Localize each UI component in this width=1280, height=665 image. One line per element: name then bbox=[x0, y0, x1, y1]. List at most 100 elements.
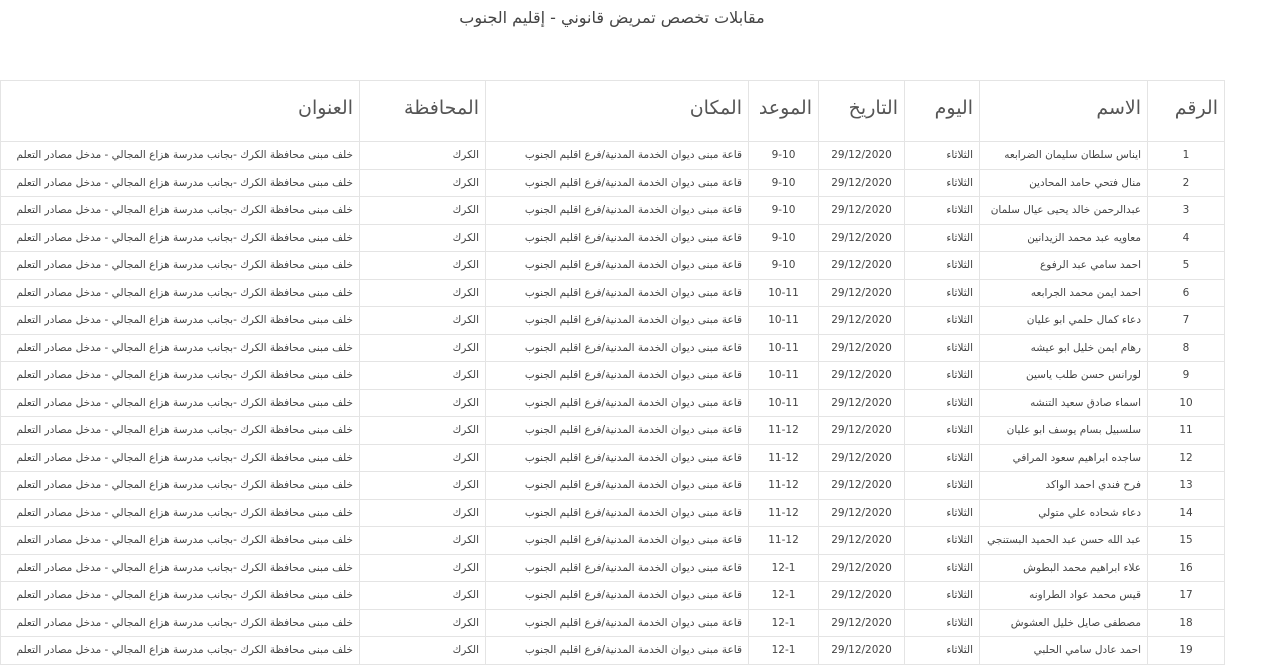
table-row: 12 ساجده ابراهيم سعود المرافي الثلاثاء 29/1… bbox=[0, 443, 1225, 472]
cell-place: قاعة مبنى ديوان الخدمة المدنية/فرع اقليم… bbox=[485, 471, 749, 500]
cell-address: خلف مبنى محافظة الكرك -بجانب مدرسة هزاع … bbox=[0, 471, 360, 500]
cell-name: مصطفى صايل خليل العشوش bbox=[979, 608, 1148, 637]
header-date: التاريخ bbox=[818, 80, 905, 142]
cell-number: 9 bbox=[1147, 361, 1225, 390]
cell-address: خلف مبنى محافظة الكرك -بجانب مدرسة هزاع … bbox=[0, 278, 360, 307]
cell-governorate: الكرك bbox=[359, 141, 486, 170]
cell-address: خلف مبنى محافظة الكرك -بجانب مدرسة هزاع … bbox=[0, 443, 360, 472]
cell-address: خلف مبنى محافظة الكرك -بجانب مدرسة هزاع … bbox=[0, 581, 360, 610]
cell-address: خلف مبنى محافظة الكرك -بجانب مدرسة هزاع … bbox=[0, 251, 360, 280]
cell-name: عبد الله حسن عبد الحميد البستنجي bbox=[979, 526, 1148, 555]
cell-governorate: الكرك bbox=[359, 388, 486, 417]
cell-day: الثلاثاء bbox=[904, 168, 980, 197]
cell-address: خلف مبنى محافظة الكرك -بجانب مدرسة هزاع … bbox=[0, 223, 360, 252]
table-row: 7 دعاء كمال حلمي ابو عليان الثلاثاء 29/12/2… bbox=[0, 306, 1225, 335]
cell-day: الثلاثاء bbox=[904, 306, 980, 335]
table-row: 19 احمد عادل سامي الحلبي الثلاثاء 29/12/202… bbox=[0, 636, 1225, 665]
cell-name: قيس محمد عواد الطراونه bbox=[979, 581, 1148, 610]
cell-governorate: الكرك bbox=[359, 608, 486, 637]
cell-day: الثلاثاء bbox=[904, 416, 980, 445]
table-row: 16 علاء ابراهيم محمد البطوش الثلاثاء 29/12/… bbox=[0, 553, 1225, 582]
cell-governorate: الكرك bbox=[359, 443, 486, 472]
cell-place: قاعة مبنى ديوان الخدمة المدنية/فرع اقليم… bbox=[485, 553, 749, 582]
cell-day: الثلاثاء bbox=[904, 333, 980, 362]
cell-number: 1 bbox=[1147, 141, 1225, 170]
cell-date: 29/12/2020 bbox=[818, 278, 905, 307]
cell-time: 10-11 bbox=[748, 278, 819, 307]
cell-governorate: الكرك bbox=[359, 278, 486, 307]
cell-place: قاعة مبنى ديوان الخدمة المدنية/فرع اقليم… bbox=[485, 223, 749, 252]
cell-name: ساجده ابراهيم سعود المرافي bbox=[979, 443, 1148, 472]
table-row: 9 لورانس حسن طلب ياسين الثلاثاء 29/12/2020 1… bbox=[0, 361, 1225, 390]
cell-date: 29/12/2020 bbox=[818, 196, 905, 225]
cell-time: 12-1 bbox=[748, 553, 819, 582]
cell-number: 8 bbox=[1147, 333, 1225, 362]
table-row: 6 احمد ايمن محمد الجرابعه الثلاثاء 29/12/20… bbox=[0, 278, 1225, 307]
cell-name: منال فتحي حامد المحادين bbox=[979, 168, 1148, 197]
cell-time: 11-12 bbox=[748, 498, 819, 527]
cell-place: قاعة مبنى ديوان الخدمة المدنية/فرع اقليم… bbox=[485, 168, 749, 197]
header-number: الرقم bbox=[1147, 80, 1225, 142]
cell-name: احمد سامي عبد الرفوع bbox=[979, 251, 1148, 280]
table-row: 2 منال فتحي حامد المحادين الثلاثاء 29/12/20… bbox=[0, 168, 1225, 197]
cell-day: الثلاثاء bbox=[904, 636, 980, 665]
cell-date: 29/12/2020 bbox=[818, 388, 905, 417]
page-title: مقابلات تخصص تمريض قانوني - إقليم الجنوب bbox=[459, 8, 765, 27]
header-time: الموعد bbox=[748, 80, 819, 142]
cell-date: 29/12/2020 bbox=[818, 306, 905, 335]
cell-place: قاعة مبنى ديوان الخدمة المدنية/فرع اقليم… bbox=[485, 306, 749, 335]
cell-number: 11 bbox=[1147, 416, 1225, 445]
cell-date: 29/12/2020 bbox=[818, 333, 905, 362]
header-day: اليوم bbox=[904, 80, 980, 142]
cell-time: 12-1 bbox=[748, 608, 819, 637]
cell-name: احمد عادل سامي الحلبي bbox=[979, 636, 1148, 665]
cell-day: الثلاثاء bbox=[904, 608, 980, 637]
cell-name: عبدالرحمن خالد يحيى عيال سلمان bbox=[979, 196, 1148, 225]
cell-number: 18 bbox=[1147, 608, 1225, 637]
cell-address: خلف مبنى محافظة الكرك -بجانب مدرسة هزاع … bbox=[0, 306, 360, 335]
cell-governorate: الكرك bbox=[359, 498, 486, 527]
table-row: 18 مصطفى صايل خليل العشوش الثلاثاء 29/12/20… bbox=[0, 608, 1225, 637]
cell-time: 12-1 bbox=[748, 581, 819, 610]
cell-day: الثلاثاء bbox=[904, 361, 980, 390]
cell-time: 11-12 bbox=[748, 471, 819, 500]
cell-day: الثلاثاء bbox=[904, 278, 980, 307]
cell-day: الثلاثاء bbox=[904, 526, 980, 555]
cell-address: خلف مبنى محافظة الكرك -بجانب مدرسة هزاع … bbox=[0, 141, 360, 170]
cell-date: 29/12/2020 bbox=[818, 581, 905, 610]
cell-number: 3 bbox=[1147, 196, 1225, 225]
cell-day: الثلاثاء bbox=[904, 388, 980, 417]
cell-time: 9-10 bbox=[748, 251, 819, 280]
cell-address: خلف مبنى محافظة الكرك -بجانب مدرسة هزاع … bbox=[0, 636, 360, 665]
cell-number: 2 bbox=[1147, 168, 1225, 197]
cell-day: الثلاثاء bbox=[904, 471, 980, 500]
cell-number: 10 bbox=[1147, 388, 1225, 417]
table-row: 1 ايناس سلطان سليمان الضرابعه الثلاثاء 29/1… bbox=[0, 141, 1225, 170]
cell-name: فرح فندي احمد الواكد bbox=[979, 471, 1148, 500]
cell-date: 29/12/2020 bbox=[818, 636, 905, 665]
cell-place: قاعة مبنى ديوان الخدمة المدنية/فرع اقليم… bbox=[485, 526, 749, 555]
cell-day: الثلاثاء bbox=[904, 443, 980, 472]
cell-governorate: الكرك bbox=[359, 416, 486, 445]
cell-date: 29/12/2020 bbox=[818, 361, 905, 390]
cell-address: خلف مبنى محافظة الكرك -بجانب مدرسة هزاع … bbox=[0, 333, 360, 362]
table-row: 4 معاويه عبد محمد الزيدانين الثلاثاء 29/12/… bbox=[0, 223, 1225, 252]
cell-name: دعاء كمال حلمي ابو عليان bbox=[979, 306, 1148, 335]
cell-day: الثلاثاء bbox=[904, 581, 980, 610]
table-row: 8 رهام ايمن خليل ابو عيشه الثلاثاء 29/12/20… bbox=[0, 333, 1225, 362]
cell-place: قاعة مبنى ديوان الخدمة المدنية/فرع اقليم… bbox=[485, 608, 749, 637]
cell-name: احمد ايمن محمد الجرابعه bbox=[979, 278, 1148, 307]
table-row: 3 عبدالرحمن خالد يحيى عيال سلمان الثلاثاء 2… bbox=[0, 196, 1225, 225]
cell-governorate: الكرك bbox=[359, 471, 486, 500]
cell-time: 11-12 bbox=[748, 416, 819, 445]
cell-time: 10-11 bbox=[748, 333, 819, 362]
cell-time: 9-10 bbox=[748, 196, 819, 225]
cell-date: 29/12/2020 bbox=[818, 443, 905, 472]
cell-name: علاء ابراهيم محمد البطوش bbox=[979, 553, 1148, 582]
table-row: 11 سلسبيل بسام يوسف ابو عليان الثلاثاء 29/1… bbox=[0, 416, 1225, 445]
cell-place: قاعة مبنى ديوان الخدمة المدنية/فرع اقليم… bbox=[485, 581, 749, 610]
cell-place: قاعة مبنى ديوان الخدمة المدنية/فرع اقليم… bbox=[485, 361, 749, 390]
cell-governorate: الكرك bbox=[359, 636, 486, 665]
cell-day: الثلاثاء bbox=[904, 141, 980, 170]
cell-day: الثلاثاء bbox=[904, 553, 980, 582]
